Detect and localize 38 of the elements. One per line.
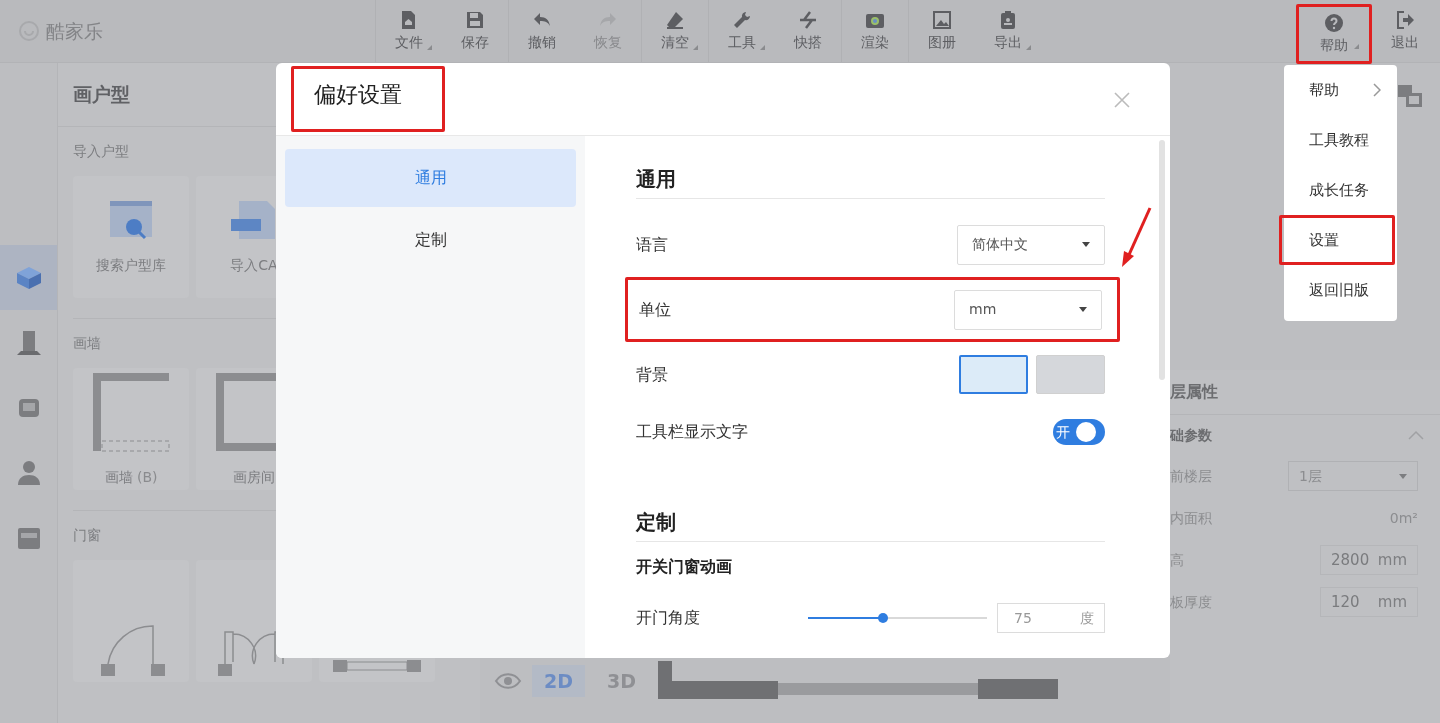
section-heading: 通用 xyxy=(636,164,1105,199)
toolbar-button[interactable]: 图册 xyxy=(909,0,975,62)
menu-item[interactable]: 返回旧版 xyxy=(1284,265,1397,315)
section-heading: 定制 xyxy=(636,507,1105,542)
section-heading: 门窗 xyxy=(73,526,102,545)
toolbar-button[interactable]: 保存 xyxy=(442,0,508,62)
input-field[interactable]: 2800 mm xyxy=(1320,545,1418,575)
menu-item[interactable]: 帮助 xyxy=(1284,65,1397,115)
subsection-heading: 开关门窗动画 xyxy=(636,556,733,578)
setting-label: 工具栏显示文字 xyxy=(636,421,748,443)
toolbar-button[interactable]: 导出 xyxy=(975,0,1041,62)
select-field[interactable]: 简体中文 xyxy=(957,224,1105,265)
setting-label: 单位 xyxy=(639,298,671,321)
menu-item[interactable]: 成长任务 xyxy=(1284,165,1397,215)
toggle-switch[interactable]: 开 xyxy=(1053,419,1105,445)
section-heading: 画墙 xyxy=(73,334,102,353)
nav-item[interactable]: 通用 xyxy=(285,149,576,207)
menu-item[interactable]: 工具教程 xyxy=(1284,115,1397,165)
toolbar-button[interactable]: 文件 xyxy=(376,0,442,62)
toolbar-button[interactable]: 快搭 xyxy=(775,0,841,62)
toolbar-button[interactable]: 清空 xyxy=(642,0,708,62)
section-heading: 导入户型 xyxy=(73,142,130,161)
toolbar-button[interactable]: 渲染 xyxy=(842,0,908,62)
toolbar-button[interactable]: 工具 xyxy=(709,0,775,62)
group-title: 础参数 xyxy=(1170,425,1212,445)
setting-label: 背景 xyxy=(636,363,668,386)
menu-item[interactable]: 设置 xyxy=(1279,215,1395,265)
toolbar-button[interactable]: 退出 xyxy=(1372,0,1438,62)
toolbar-button[interactable]: 帮助 xyxy=(1296,4,1372,64)
toolbar-button[interactable]: 撤销 xyxy=(509,0,575,62)
tool-card[interactable]: 画墙 (B) xyxy=(73,368,189,490)
tool-card[interactable]: 搜索户型库 xyxy=(73,176,189,298)
setting-label: 开门角度 xyxy=(636,607,700,629)
select-field[interactable]: mm xyxy=(954,289,1102,330)
input-field[interactable]: 75 度 xyxy=(997,603,1105,633)
dialog-title: 偏好设置 xyxy=(291,66,445,132)
input-field[interactable]: 120 mm xyxy=(1320,587,1418,617)
setting-label: 语言 xyxy=(636,233,668,256)
